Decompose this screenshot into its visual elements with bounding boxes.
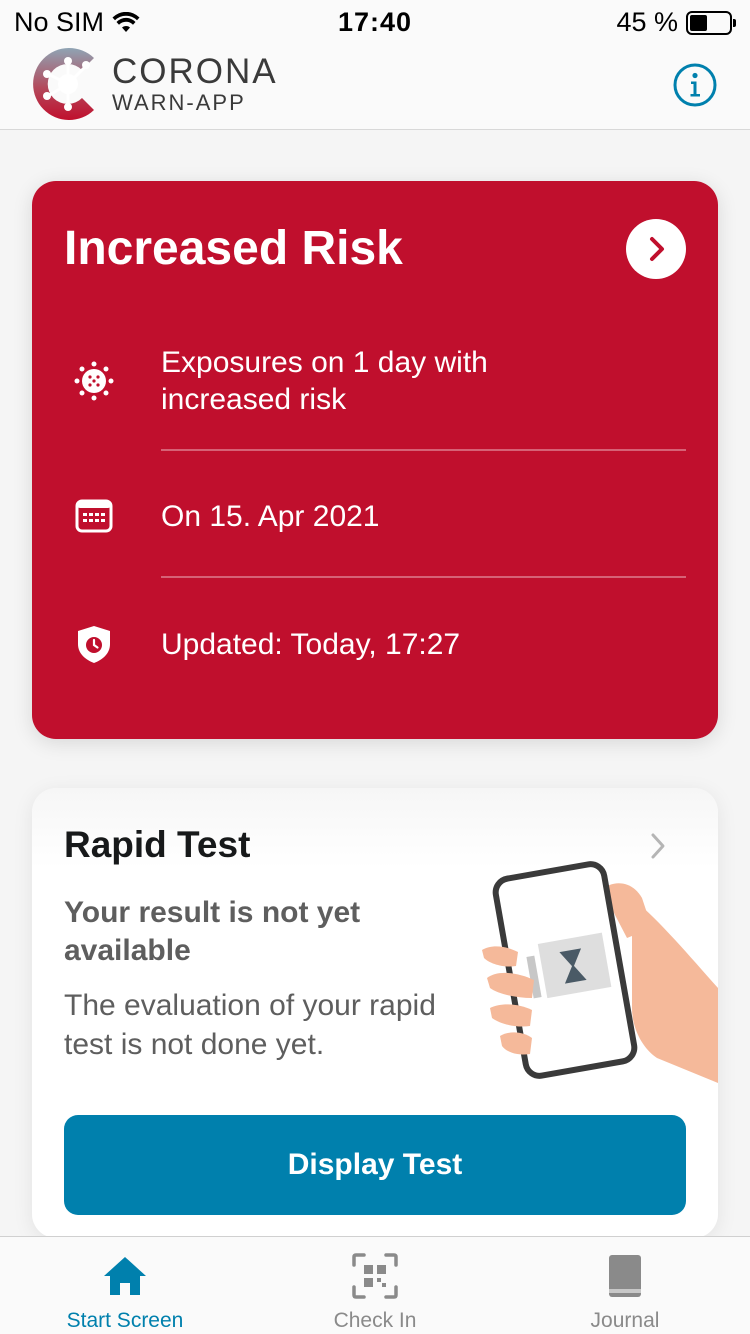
tab-check-in[interactable]: Check In xyxy=(250,1237,500,1334)
test-description: The evaluation of your rapid test is not… xyxy=(64,989,436,1061)
risk-exposures-text: Exposures on 1 day with increased risk xyxy=(161,346,488,416)
battery-percent: 45 % xyxy=(616,7,678,37)
risk-divider xyxy=(161,576,686,578)
risk-detail-button[interactable] xyxy=(626,219,686,279)
risk-card[interactable]: Increased Risk Exposures on 1 day with i… xyxy=(32,181,718,739)
status-bar: No SIM 17:40 45 % xyxy=(0,0,750,40)
tab-label: Check In xyxy=(333,1309,417,1332)
risk-divider xyxy=(161,449,686,451)
battery-icon xyxy=(686,10,736,35)
info-icon[interactable] xyxy=(672,62,718,108)
tab-label: Journal xyxy=(590,1309,660,1332)
risk-title: Increased Risk xyxy=(64,222,403,275)
shield-clock-icon xyxy=(78,626,110,663)
logo-text: CORONA WARN-APP xyxy=(112,54,278,116)
test-subtitle: Your result is not yet available xyxy=(64,896,361,967)
risk-updated-text: Updated: Today, 17:27 xyxy=(161,628,461,661)
tab-bar: Start Screen Check In Journal xyxy=(0,1236,750,1334)
chevron-right-icon[interactable] xyxy=(648,832,668,860)
rapid-test-card[interactable]: Rapid Test Your result is not yet availa… xyxy=(32,788,718,1238)
home-icon xyxy=(104,1257,146,1295)
battery-fill xyxy=(690,14,708,31)
phone-hand-illustration-icon xyxy=(482,861,718,1083)
virus-icon xyxy=(74,361,114,401)
chevron-right-icon xyxy=(650,237,664,261)
book-icon xyxy=(609,1255,641,1297)
logo-subtitle: WARN-APP xyxy=(112,90,246,115)
tab-journal[interactable]: Journal xyxy=(500,1237,750,1334)
qr-scan-icon xyxy=(352,1253,398,1299)
tab-label: Start Screen xyxy=(66,1309,184,1332)
test-title: Rapid Test xyxy=(64,824,251,865)
calendar-icon xyxy=(75,499,113,533)
corona-logo-icon xyxy=(33,48,94,120)
status-right: 45 % xyxy=(616,7,736,38)
logo-title: CORONA xyxy=(112,52,278,91)
risk-date-text: On 15. Apr 2021 xyxy=(161,500,380,533)
tab-start-screen[interactable]: Start Screen xyxy=(0,1237,250,1334)
app-header: CORONA WARN-APP xyxy=(0,40,750,130)
display-test-button[interactable]: Display Test xyxy=(64,1115,686,1215)
